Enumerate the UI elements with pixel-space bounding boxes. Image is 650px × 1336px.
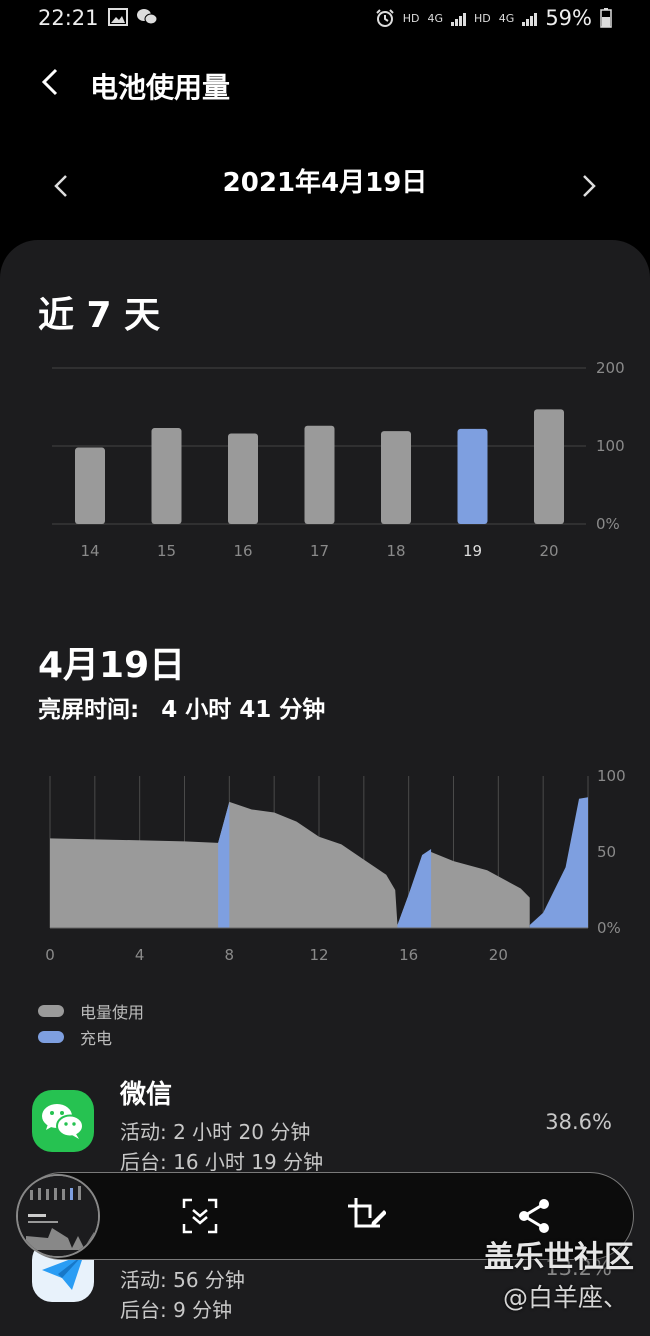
bar — [151, 428, 182, 524]
x-tick-label: 15 — [157, 542, 176, 560]
battery-icon — [600, 8, 612, 28]
usage-area — [50, 801, 530, 928]
bar — [304, 425, 335, 524]
gallery-icon — [108, 8, 128, 26]
status-time: 22:21 — [38, 6, 99, 30]
x-tick-label: 8 — [225, 946, 235, 964]
x-tick-label: 20 — [489, 946, 508, 964]
x-tick-label: 12 — [309, 946, 328, 964]
weekly-title: 近 7 天 — [38, 295, 161, 336]
bar — [381, 431, 411, 524]
x-tick-label: 19 — [463, 542, 482, 560]
legend-charge-swatch — [38, 1031, 64, 1043]
x-tick-label: 17 — [310, 542, 329, 560]
x-tick-label: 16 — [233, 542, 252, 560]
page-title: 电池使用量 — [90, 71, 231, 104]
date-navigator: 2021年4月19日 — [0, 152, 650, 212]
notification-icons — [108, 8, 158, 26]
y-tick-label: 100 — [596, 437, 625, 455]
bar — [457, 428, 488, 524]
y-tick-label: 0% — [597, 919, 621, 937]
legend-charge-label: 充电 — [80, 1029, 113, 1048]
battery-percent: 59% — [545, 6, 592, 30]
day-title: 4月19日 — [38, 645, 186, 686]
x-tick-label: 4 — [135, 946, 145, 964]
app-name: 微信 — [120, 1080, 173, 1110]
alarm-icon — [376, 9, 394, 27]
watermark-author: @白羊座、 — [502, 1283, 628, 1312]
network-label-1: 4G — [427, 11, 444, 25]
screen-time-value: 4 小时 41 分钟 — [161, 697, 326, 723]
charge-area — [397, 848, 432, 928]
current-date: 2021年4月19日 — [222, 168, 428, 198]
network-label-2: 4G — [498, 11, 515, 25]
screen-time: 亮屏时间: 4 小时 41 分钟 — [38, 690, 325, 724]
bar — [534, 409, 564, 524]
charge-area — [529, 797, 588, 928]
hd-label-1: HD — [402, 11, 420, 25]
app-percent: 38.6% — [545, 1110, 612, 1134]
y-tick-label: 0% — [596, 515, 620, 533]
scroll-capture-icon[interactable] — [180, 1196, 220, 1236]
watermark-title: 盖乐世社区 — [484, 1240, 634, 1275]
hd-label-2: HD — [474, 11, 491, 25]
y-tick-label: 200 — [596, 359, 625, 377]
x-tick-label: 20 — [539, 542, 558, 560]
wechat-icon — [32, 1090, 94, 1152]
app-active-time: 活动: 56 分钟 — [120, 1268, 245, 1292]
bar — [228, 433, 258, 524]
weekly-bar-chart: 200 100 0% 14 15 16 17 18 19 20 — [52, 359, 625, 560]
next-date-icon[interactable] — [572, 170, 604, 202]
y-tick-label: 100 — [597, 767, 626, 785]
screenshot-thumbnail[interactable] — [16, 1174, 100, 1258]
charge-area — [218, 801, 230, 928]
status-bar: 22:21 HD 4G HD 4G 59% — [0, 0, 650, 38]
x-tick-label: 14 — [80, 542, 99, 560]
legend-usage: 电量使用 — [38, 998, 144, 1024]
x-tick-label: 0 — [45, 946, 55, 964]
bar — [75, 447, 105, 524]
system-icons: HD 4G HD 4G 59% — [375, 6, 612, 30]
legend-usage-label: 电量使用 — [80, 1003, 145, 1022]
daily-battery-chart: 100 50 0% 0 4 8 12 16 20 — [45, 767, 626, 964]
app-active-time: 活动: 2 小时 20 分钟 — [120, 1120, 311, 1144]
signal-icon-1 — [451, 10, 467, 26]
x-tick-label: 16 — [399, 946, 418, 964]
y-tick-label: 50 — [597, 843, 616, 861]
chart-legend: 电量使用 充电 — [38, 998, 144, 1050]
x-tick-label: 18 — [386, 542, 405, 560]
back-icon[interactable] — [34, 64, 70, 100]
app-background-time: 后台: 9 分钟 — [120, 1298, 233, 1322]
signal-icon-2 — [522, 10, 538, 26]
app-background-time: 后台: 16 小时 19 分钟 — [120, 1150, 324, 1174]
screen-time-label: 亮屏时间: — [38, 697, 140, 723]
app-row-wechat[interactable]: 微信 活动: 2 小时 20 分钟 后台: 16 小时 19 分钟 38.6% — [0, 1070, 650, 1174]
legend-charge: 充电 — [38, 1024, 144, 1050]
app-header: 电池使用量 — [0, 56, 650, 112]
legend-usage-swatch — [38, 1005, 64, 1017]
share-icon[interactable] — [514, 1196, 554, 1236]
crop-edit-icon[interactable] — [346, 1196, 386, 1236]
wechat-notification-icon — [137, 9, 158, 25]
